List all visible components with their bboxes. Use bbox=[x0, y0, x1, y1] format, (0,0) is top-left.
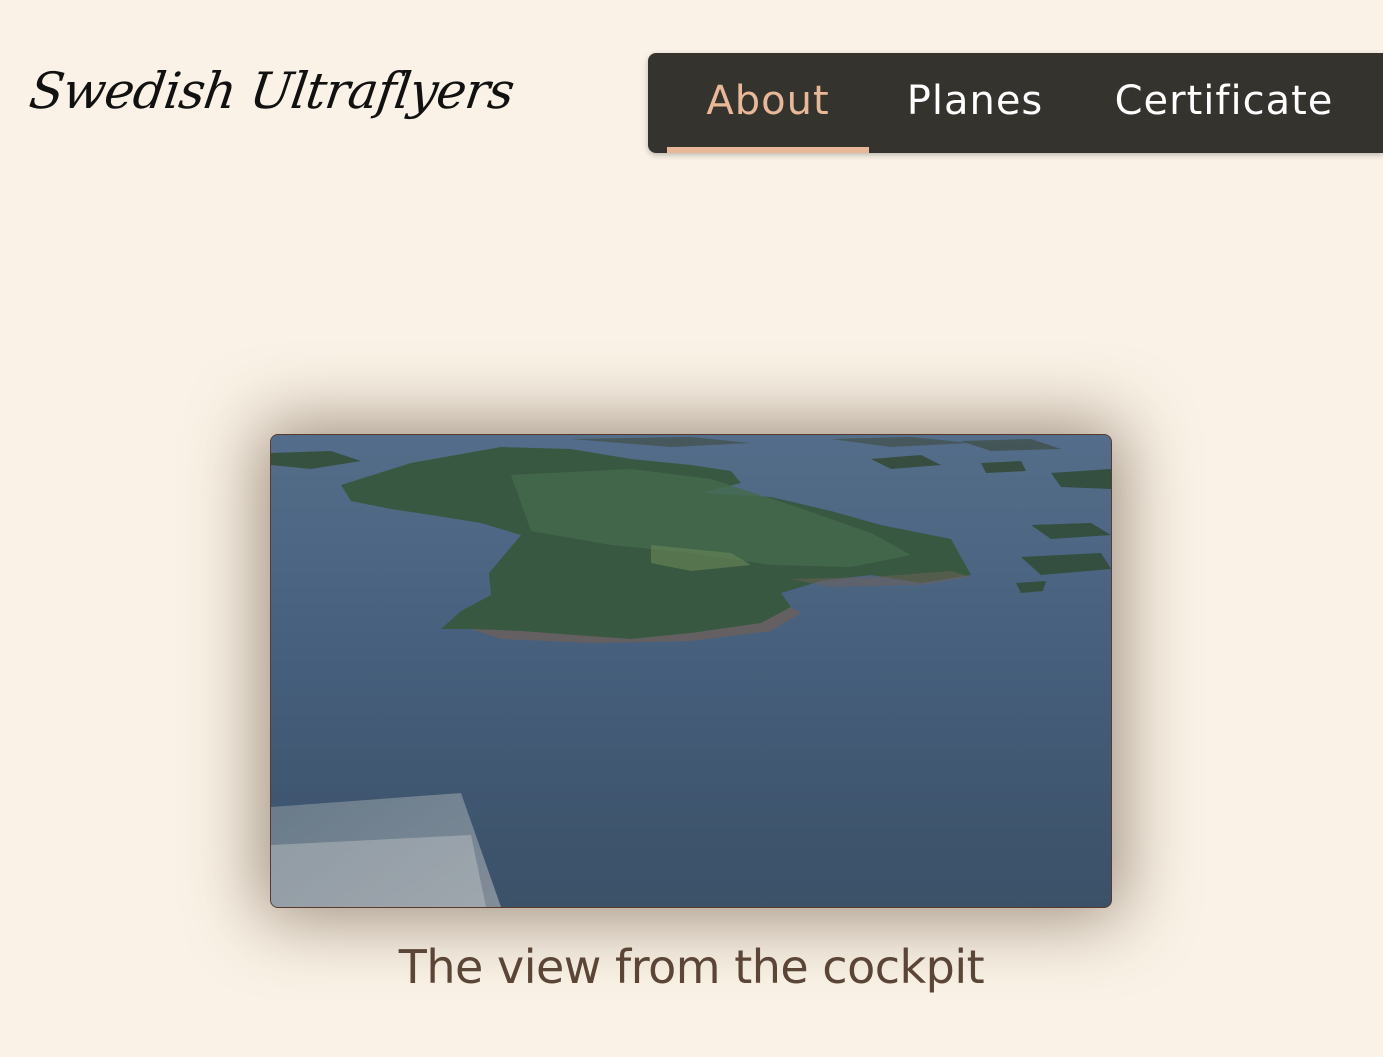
video-frame-aerial-islands bbox=[271, 435, 1111, 907]
cockpit-video[interactable] bbox=[270, 434, 1112, 908]
page: Swedish Ultraflyers About Planes Certifi… bbox=[0, 0, 1383, 1057]
nav-item-planes[interactable]: Planes bbox=[880, 53, 1070, 153]
video-caption: The view from the cockpit bbox=[398, 940, 985, 994]
main-nav: About Planes Certificate bbox=[648, 53, 1383, 153]
nav-item-certificate[interactable]: Certificate bbox=[1088, 53, 1360, 153]
site-logo[interactable]: Swedish Ultraflyers bbox=[26, 62, 517, 120]
nav-item-about[interactable]: About bbox=[667, 53, 869, 153]
